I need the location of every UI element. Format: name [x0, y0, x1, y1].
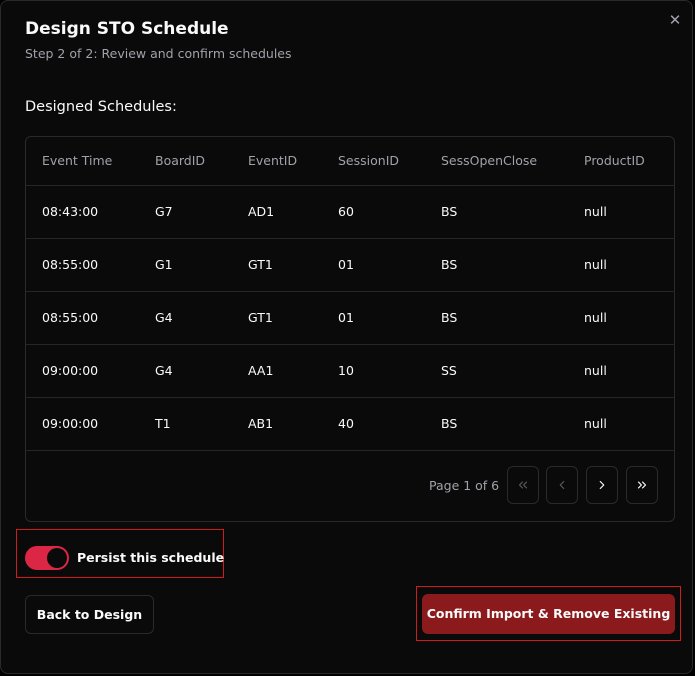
cell-sess-open-close: BS: [441, 310, 458, 325]
cell-sess-open-close: BS: [441, 416, 458, 431]
dialog-subtitle: Step 2 of 2: Review and confirm schedule…: [25, 46, 292, 61]
first-page-button[interactable]: [507, 466, 539, 504]
cell-board-id: G7: [155, 204, 173, 219]
table-row: 08:55:00 G1 GT1 01 BS null: [26, 238, 674, 292]
cell-sess-open-close: SS: [441, 363, 457, 378]
cell-event-time: 08:43:00: [42, 204, 99, 219]
dialog: Design STO Schedule Step 2 of 2: Review …: [0, 0, 693, 674]
cell-session-id: 10: [338, 363, 354, 378]
previous-page-button[interactable]: [546, 466, 578, 504]
cell-board-id: G4: [155, 363, 173, 378]
table-row: 09:00:00 G4 AA1 10 SS null: [26, 344, 674, 398]
table-row: 09:00:00 T1 AB1 40 BS null: [26, 397, 674, 451]
column-header-event-time: Event Time: [42, 153, 113, 168]
cell-event-id: AD1: [248, 204, 275, 219]
chevrons-right-icon: [637, 481, 647, 489]
column-header-session-id: SessionID: [338, 153, 400, 168]
table-row: 08:55:00 G4 GT1 01 BS null: [26, 291, 674, 345]
column-header-product-id: ProductID: [584, 153, 645, 168]
cell-event-id: GT1: [248, 257, 273, 272]
cell-session-id: 01: [338, 310, 354, 325]
toggle-knob: [47, 548, 67, 568]
page-indicator: Page 1 of 6: [429, 478, 500, 493]
cell-product-id: null: [584, 204, 607, 219]
persist-label[interactable]: Persist this schedule: [77, 550, 224, 565]
cell-session-id: 60: [338, 204, 354, 219]
cell-event-time: 09:00:00: [42, 363, 99, 378]
cell-sess-open-close: BS: [441, 257, 458, 272]
cell-product-id: null: [584, 310, 607, 325]
section-label: Designed Schedules:: [25, 99, 177, 115]
column-header-board-id: BoardID: [155, 153, 206, 168]
cell-sess-open-close: BS: [441, 204, 458, 219]
schedules-table: Event Time BoardID EventID SessionID Ses…: [25, 136, 675, 522]
back-to-design-button[interactable]: Back to Design: [25, 595, 154, 634]
cell-session-id: 40: [338, 416, 354, 431]
cell-event-id: AB1: [248, 416, 274, 431]
column-header-sess-open-close: SessOpenClose: [441, 153, 538, 168]
cell-event-time: 08:55:00: [42, 310, 99, 325]
cell-product-id: null: [584, 416, 607, 431]
cell-board-id: T1: [155, 416, 171, 431]
last-page-button[interactable]: [626, 466, 658, 504]
column-header-event-id: EventID: [248, 153, 298, 168]
cell-product-id: null: [584, 257, 607, 272]
chevrons-left-icon: [518, 481, 528, 489]
cell-event-id: AA1: [248, 363, 274, 378]
dialog-title: Design STO Schedule: [25, 19, 229, 39]
cell-event-id: GT1: [248, 310, 273, 325]
cell-board-id: G1: [155, 257, 173, 272]
table-header-row: Event Time BoardID EventID SessionID Ses…: [26, 137, 674, 186]
confirm-import-button[interactable]: Confirm Import & Remove Existing: [422, 594, 675, 634]
table-row: 08:43:00 G7 AD1 60 BS null: [26, 185, 674, 239]
chevron-right-icon: [599, 480, 605, 490]
next-page-button[interactable]: [586, 466, 618, 504]
cell-product-id: null: [584, 363, 607, 378]
chevron-left-icon: [559, 480, 565, 490]
cell-event-time: 09:00:00: [42, 416, 99, 431]
cell-board-id: G4: [155, 310, 173, 325]
cell-event-time: 08:55:00: [42, 257, 99, 272]
cell-session-id: 01: [338, 257, 354, 272]
close-icon[interactable]: ✕: [665, 10, 685, 30]
persist-toggle[interactable]: [25, 546, 69, 570]
